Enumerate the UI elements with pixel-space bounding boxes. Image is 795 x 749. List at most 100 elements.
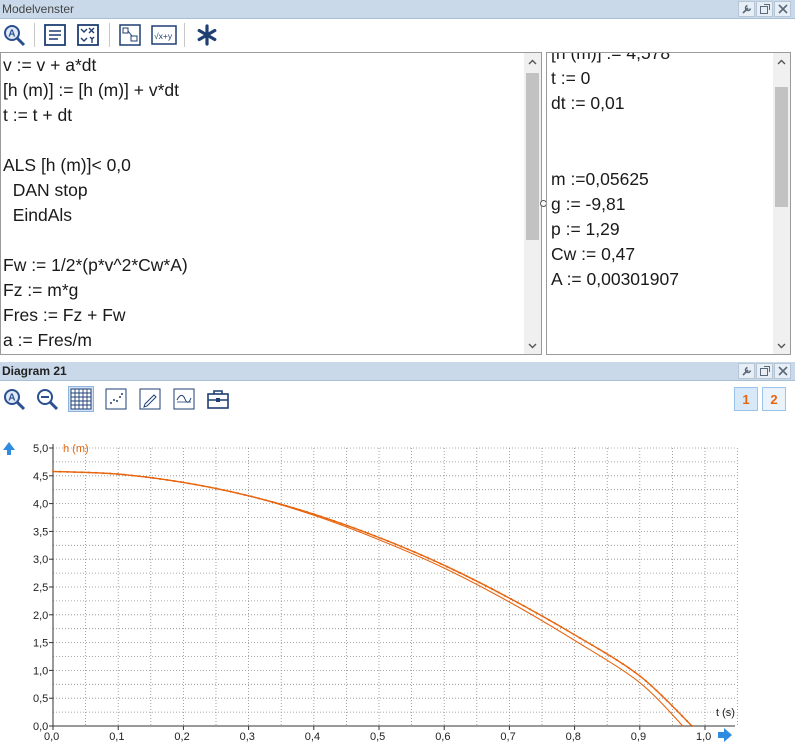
diagram-toolbar: A 1 2 — [0, 382, 795, 416]
zoom-out-icon[interactable] — [34, 386, 60, 412]
series-point — [691, 725, 693, 727]
model-window-controls — [738, 1, 791, 17]
model-toolbar: A √x+y — [0, 19, 795, 52]
diagram-window-titlebar: Diagram 21 — [0, 362, 795, 381]
code-line: g := -9,81 — [551, 194, 626, 214]
height-time-chart[interactable]: 0,0 0,1 0,2 0,3 0,4 0,5 0,6 0,7 0,8 0,9 1,00,00,51… — [0, 430, 795, 749]
series-point — [459, 571, 462, 574]
scrollbar-thumb[interactable] — [526, 73, 539, 240]
series-point — [547, 618, 550, 621]
graphical-model-icon[interactable] — [117, 22, 143, 48]
series-point — [360, 529, 363, 532]
chart-series — [52, 470, 693, 727]
series-line — [52, 470, 693, 727]
series-point — [591, 644, 594, 647]
curve-fit-icon[interactable] — [171, 386, 197, 412]
wrench-icon[interactable] — [738, 363, 755, 379]
x-tick-label: 0,9 — [631, 731, 646, 743]
series-point — [516, 601, 519, 604]
toolbar-divider — [109, 23, 110, 47]
code-line: dt := 0,01 — [551, 93, 625, 113]
asterisk-icon[interactable] — [194, 22, 220, 48]
series-point — [615, 659, 618, 661]
y-tick-label: 0,0 — [33, 721, 48, 733]
series-point — [478, 581, 481, 584]
scroll-up-icon[interactable] — [773, 53, 790, 70]
series-point — [413, 551, 416, 553]
x-tick-label: 0,3 — [240, 731, 255, 743]
series-point — [535, 611, 538, 614]
series-point — [380, 537, 383, 540]
code-line: v := v + a*dt — [3, 55, 97, 75]
code-line: Cw := 0,47 — [551, 244, 636, 264]
scatter-points-icon[interactable] — [103, 386, 129, 412]
maximize-icon[interactable] — [756, 363, 773, 379]
x-axis-label: t (s) — [716, 707, 735, 719]
code-line: DAN stop — [3, 180, 88, 200]
series-point — [353, 527, 356, 530]
edit-pencil-icon[interactable] — [137, 386, 163, 412]
scroll-up-icon[interactable] — [524, 53, 541, 70]
code-line: Fres := Fz + Fw — [3, 305, 126, 325]
series-point — [585, 640, 587, 643]
equation-icon[interactable]: √x+y — [151, 22, 177, 48]
series-point — [578, 637, 581, 639]
series-point — [420, 553, 422, 556]
view-1-button[interactable]: 1 — [734, 387, 758, 411]
code-line: ALS [h (m)]< 0,0 — [3, 155, 131, 175]
series-point — [400, 545, 403, 548]
zoom-in-icon[interactable]: A — [1, 386, 27, 412]
series-point — [529, 608, 531, 611]
series-point — [621, 662, 624, 665]
chart-grid — [52, 447, 738, 727]
left-pane-scrollbar[interactable] — [524, 53, 541, 354]
series-point — [340, 522, 342, 525]
series-point — [367, 532, 369, 535]
grid-icon[interactable] — [68, 386, 94, 412]
zoom-in-icon[interactable]: A — [1, 22, 27, 48]
view-2-button[interactable]: 2 — [762, 387, 786, 411]
y-tick-label: 1,0 — [33, 665, 48, 677]
series-point — [560, 626, 563, 628]
model-equations-pane[interactable]: v := v + a*dt [h (m)] := [h (m)] + v*dt … — [0, 52, 542, 355]
series-point — [660, 694, 663, 697]
scroll-down-icon[interactable] — [524, 337, 541, 354]
y-axis-arrow-icon — [3, 442, 15, 455]
y-tick-label: 0,5 — [33, 693, 48, 705]
close-icon[interactable] — [774, 363, 791, 379]
scroll-down-icon[interactable] — [773, 337, 790, 354]
text-view-icon[interactable] — [42, 22, 68, 48]
series-point — [484, 584, 487, 587]
code-line: Fw := 1/2*(p*v^2*Cw*A) — [3, 255, 188, 275]
series-point — [452, 568, 455, 571]
x-tick-label: 0,4 — [305, 731, 320, 743]
code-line: p := 1,29 — [551, 219, 620, 239]
toolbox-icon[interactable] — [205, 386, 231, 412]
y-axis-label: h (m) — [63, 443, 89, 455]
series-point — [670, 704, 673, 707]
y-tick-label: 3,0 — [33, 554, 48, 566]
y-tick-label: 2,0 — [33, 610, 48, 622]
series-point — [655, 689, 658, 692]
right-pane-scrollbar[interactable] — [773, 53, 790, 354]
wrench-icon[interactable] — [738, 1, 755, 17]
maximize-icon[interactable] — [756, 1, 773, 17]
formula-view-icon[interactable] — [75, 22, 101, 48]
diagram-window-title: Diagram 21 — [2, 364, 67, 378]
series-point — [387, 540, 389, 542]
series-point — [346, 524, 349, 527]
y-tick-label: 4,5 — [33, 471, 48, 483]
y-tick-label: 5,0 — [33, 443, 48, 455]
model-start-values-pane[interactable]: [h (m)] := 4,578 t := 0 dt := 0,01 m :=0… — [546, 52, 791, 355]
series-point — [433, 559, 436, 562]
series-point — [497, 591, 500, 594]
series-point — [333, 520, 336, 522]
series-point — [393, 542, 396, 545]
close-icon[interactable] — [774, 1, 791, 17]
series-point — [406, 548, 409, 551]
series-point — [676, 709, 678, 712]
series-point — [644, 679, 647, 682]
code-line: Fz := m*g — [3, 280, 79, 300]
scrollbar-thumb[interactable] — [775, 87, 788, 207]
series-point — [650, 684, 653, 687]
